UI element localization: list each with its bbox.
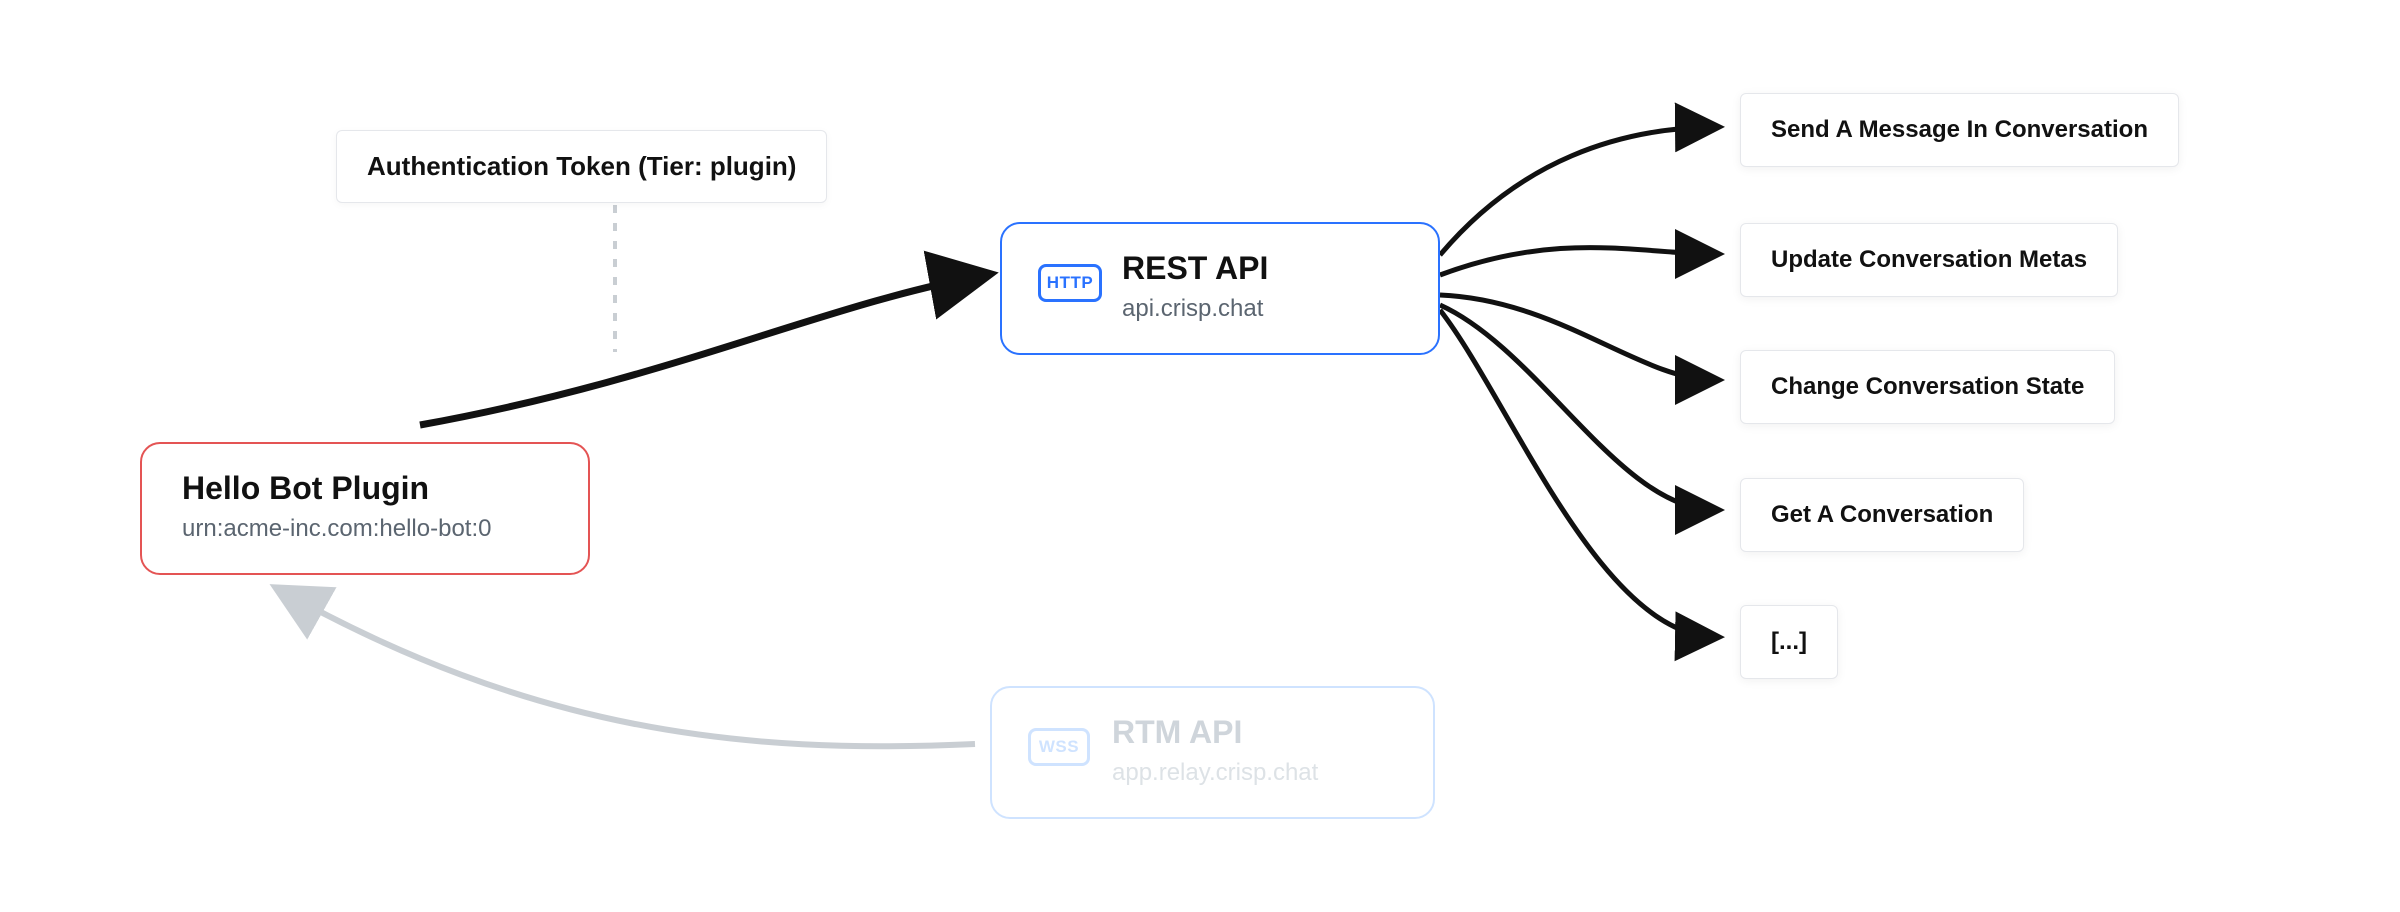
arrow-plugin-to-rest: [420, 275, 985, 425]
action-card: Send A Message In Conversation: [1740, 93, 2179, 167]
rtm-api-node: WSS RTM API app.relay.crisp.chat: [990, 686, 1435, 819]
rest-api-node: HTTP REST API api.crisp.chat: [1000, 222, 1440, 355]
action-label: Update Conversation Metas: [1771, 246, 2087, 273]
http-badge-text: HTTP: [1047, 273, 1093, 293]
rest-api-host: api.crisp.chat: [1122, 295, 1398, 323]
arrow-rest-to-action-2: [1440, 295, 1715, 380]
action-card-more: [...]: [1740, 605, 1838, 679]
arrow-rest-to-action-4: [1440, 310, 1715, 637]
diagram-canvas: Authentication Token (Tier: plugin) Hell…: [0, 0, 2400, 912]
wss-badge-text: WSS: [1039, 737, 1079, 757]
arrow-rest-to-action-3: [1440, 305, 1715, 510]
action-label: Get A Conversation: [1771, 501, 1993, 528]
action-label: Change Conversation State: [1771, 373, 2084, 400]
http-badge: HTTP: [1038, 264, 1102, 302]
action-card: Get A Conversation: [1740, 478, 2024, 552]
arrow-rest-to-action-1: [1440, 248, 1715, 275]
action-card: Update Conversation Metas: [1740, 223, 2118, 297]
plugin-urn: urn:acme-inc.com:hello-bot:0: [182, 515, 548, 543]
plugin-title: Hello Bot Plugin: [182, 470, 548, 507]
wss-badge: WSS: [1028, 728, 1090, 766]
auth-token-card: Authentication Token (Tier: plugin): [336, 130, 827, 203]
rtm-api-host: app.relay.crisp.chat: [1112, 759, 1393, 787]
rest-api-title: REST API: [1122, 250, 1398, 287]
action-card: Change Conversation State: [1740, 350, 2115, 424]
arrow-rest-to-action-0: [1440, 127, 1715, 255]
auth-token-label: Authentication Token (Tier: plugin): [367, 151, 796, 181]
action-label: Send A Message In Conversation: [1771, 116, 2148, 143]
action-label: [...]: [1771, 628, 1807, 655]
plugin-node: Hello Bot Plugin urn:acme-inc.com:hello-…: [140, 442, 590, 575]
arrow-rtm-to-plugin: [280, 590, 975, 746]
rtm-api-title: RTM API: [1112, 714, 1393, 751]
